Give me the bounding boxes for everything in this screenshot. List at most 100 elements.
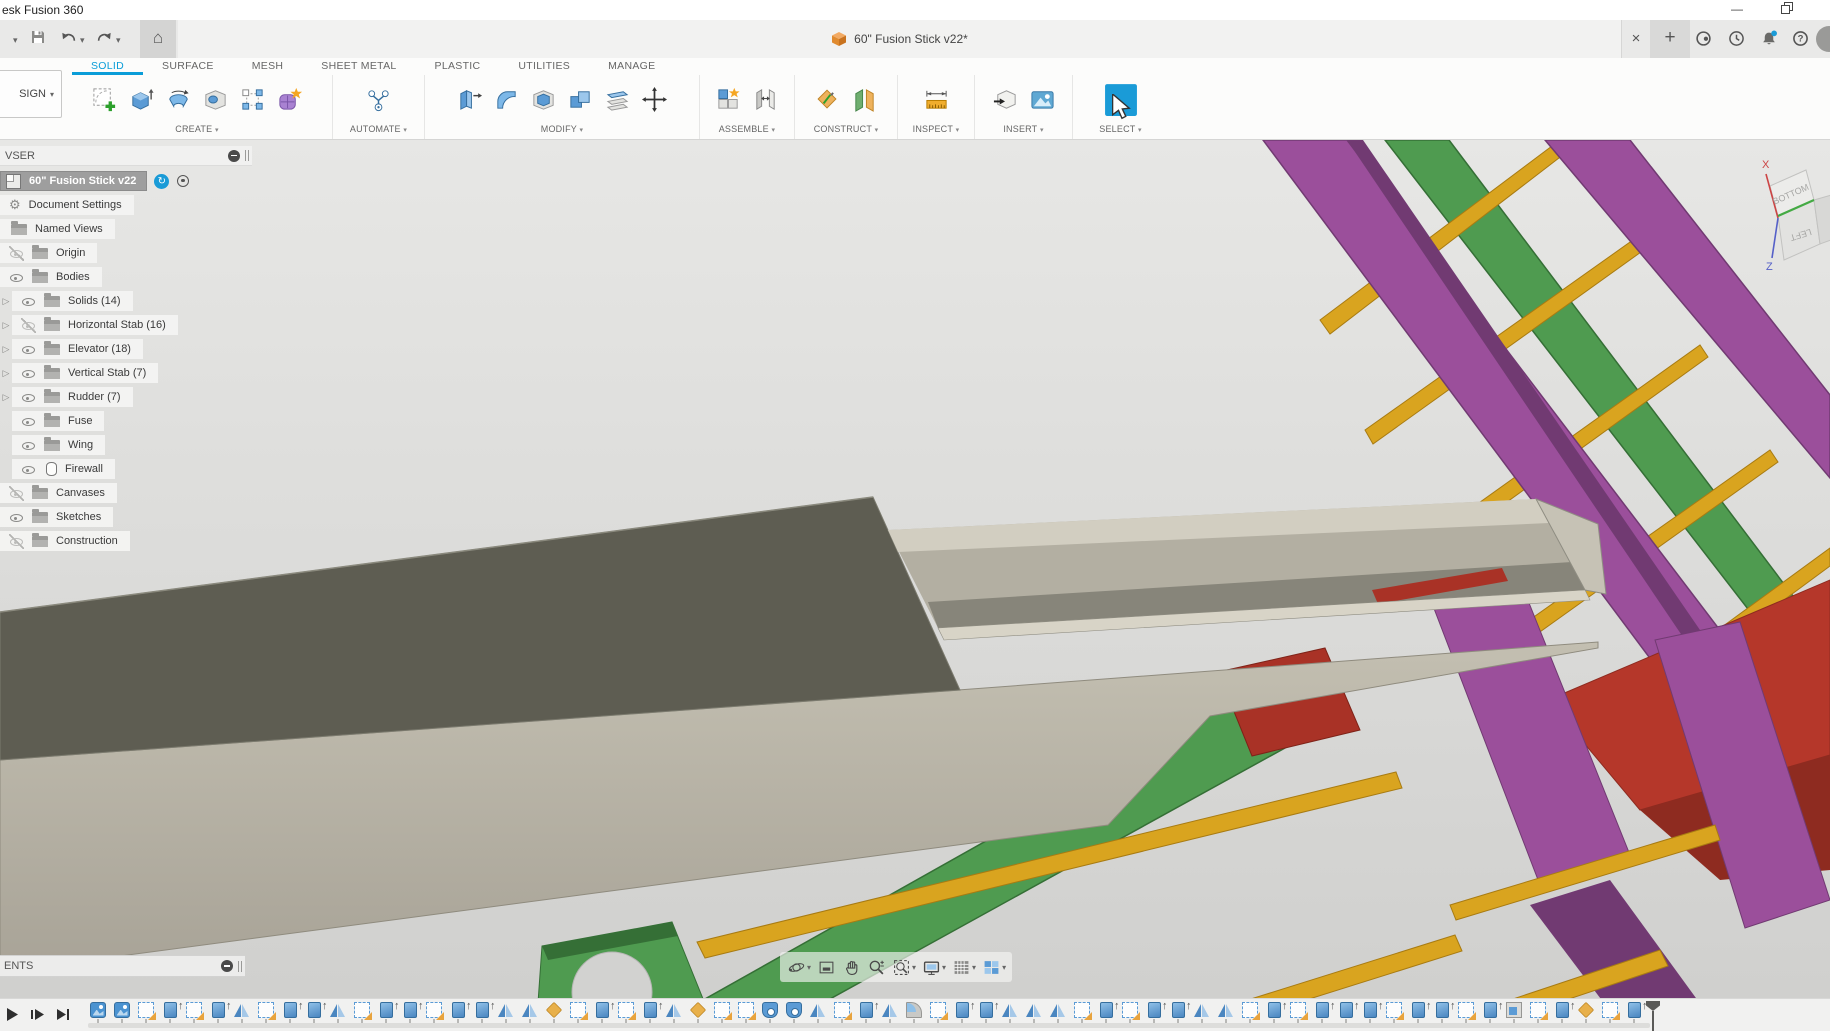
visibility-on-icon[interactable] [21,414,36,429]
browser-item-rudder-7[interactable]: ▷Rudder (7) [0,387,252,407]
timeline-feature-mirror[interactable] [662,1002,686,1023]
timeline-feature-extrude[interactable] [590,1002,614,1023]
sync-status-icon[interactable]: ↻ [154,174,169,189]
measure-button[interactable] [919,80,953,120]
timeline-feature-sketch[interactable] [566,1002,590,1023]
browser-item-elevator-18[interactable]: ▷Elevator (18) [0,339,252,359]
visibility-on-icon[interactable] [21,366,36,381]
timeline-feature-plane[interactable] [542,1002,566,1023]
timeline-feature-sketch[interactable] [734,1002,758,1023]
timeline-feature-extrude[interactable] [1358,1002,1382,1023]
timeline-feature-mirror[interactable] [1046,1002,1070,1023]
timeline-feature-extrude[interactable] [470,1002,494,1023]
tab-sheet-metal[interactable]: SHEET METAL [302,58,415,75]
chevron-down-icon[interactable]: ▾ [912,963,916,972]
timeline-feature-extrude[interactable] [1142,1002,1166,1023]
group-label-modify[interactable]: MODIFY ▾ [425,124,699,139]
panel-grip-icon[interactable] [245,150,249,161]
timeline-feature-mirror[interactable] [878,1002,902,1023]
timeline-feature-sketch[interactable] [1286,1002,1310,1023]
visibility-off-icon[interactable] [21,318,36,333]
visibility-on-icon[interactable] [21,342,36,357]
timeline-feature-sketch[interactable] [422,1002,446,1023]
move-copy-button[interactable] [638,80,672,120]
browser-item-origin[interactable]: Origin [0,243,252,263]
timeline-feature-extrude[interactable] [398,1002,422,1023]
timeline-feature-plane[interactable] [686,1002,710,1023]
timeline-feature-extrude[interactable] [1262,1002,1286,1023]
timeline-feature-extrude[interactable] [1430,1002,1454,1023]
document-tab[interactable]: 60" Fusion Stick v22* [178,20,1622,58]
timeline-feature-sketch[interactable] [134,1002,158,1023]
timeline-feature-sketch[interactable] [182,1002,206,1023]
chevron-down-icon[interactable]: ▾ [942,963,946,972]
browser-item-bodies[interactable]: Bodies [0,267,252,287]
browser-item-wing[interactable]: Wing [0,435,252,455]
timeline-feature-mirror[interactable] [1190,1002,1214,1023]
timeline-feature-sketch[interactable] [926,1002,950,1023]
group-label-construct[interactable]: CONSTRUCT ▾ [795,124,897,139]
browser-item-fuse[interactable]: Fuse [0,411,252,431]
timeline-feature-sketch[interactable] [254,1002,278,1023]
timeline-feature-sketch[interactable] [614,1002,638,1023]
browser-item-named-views[interactable]: Named Views [0,219,252,239]
timeline-feature-extrude[interactable] [854,1002,878,1023]
timeline-feature-loft[interactable] [782,1002,806,1023]
visibility-off-icon[interactable] [9,486,24,501]
visibility-on-icon[interactable] [9,510,24,525]
browser-item-sketches[interactable]: Sketches [0,507,252,527]
timeline-feature-sketch[interactable] [1454,1002,1478,1023]
avatar[interactable] [1816,26,1830,52]
grid-settings-button[interactable] [949,955,973,979]
zoom-button[interactable] [864,955,888,979]
tab-surface[interactable]: SURFACE [143,58,233,75]
restore-button[interactable] [1772,2,1802,18]
timeline-feature-sketch[interactable] [1118,1002,1142,1023]
timeline-feature-sketch[interactable] [1238,1002,1262,1023]
visibility-on-icon[interactable] [21,438,36,453]
browser-item-document-settings[interactable]: ⚙Document Settings [0,195,252,215]
notifications-button[interactable] [1760,30,1778,48]
timeline-feature-mirror[interactable] [518,1002,542,1023]
timeline-feature-fillet[interactable] [902,1002,926,1023]
group-label-create[interactable]: CREATE ▾ [62,124,332,139]
expand-arrow-icon[interactable]: ▷ [0,344,12,355]
browser-item-construction[interactable]: Construction [0,531,252,551]
timeline-feature-extrude[interactable] [158,1002,182,1023]
expand-arrow-icon[interactable]: ▷ [0,296,12,307]
tab-mesh[interactable]: MESH [233,58,303,75]
insert-canvas-button[interactable] [1025,80,1059,120]
timeline-feature-extrude[interactable] [1622,1002,1646,1023]
workspace-selector[interactable]: SIGN▾ [0,70,62,118]
tab-plastic[interactable]: PLASTIC [416,58,500,75]
activate-component-icon[interactable] [177,175,189,187]
timeline-feature-sketch[interactable] [1382,1002,1406,1023]
timeline-feature-plane[interactable] [1574,1002,1598,1023]
timeline-feature-loft[interactable] [758,1002,782,1023]
browser-item-vertical-stab-7[interactable]: ▷Vertical Stab (7) [0,363,252,383]
expand-arrow-icon[interactable]: ▷ [0,320,12,331]
tab-utilities[interactable]: UTILITIES [499,58,589,75]
timeline-feature-extrude[interactable] [1334,1002,1358,1023]
timeline-feature-extrude[interactable] [974,1002,998,1023]
timeline-feature-mirror[interactable] [230,1002,254,1023]
expand-arrow-icon[interactable]: ▷ [0,368,12,379]
visibility-on-icon[interactable] [21,294,36,309]
timeline-feature-extrude[interactable] [206,1002,230,1023]
group-label-inspect[interactable]: INSPECT ▾ [898,124,974,139]
group-label-assemble[interactable]: ASSEMBLE ▾ [700,124,794,139]
undo-button[interactable] [60,29,80,49]
fit-button[interactable] [889,955,913,979]
expand-arrow-icon[interactable]: ▷ [0,392,12,403]
combine-button[interactable] [564,80,598,120]
close-tab-button[interactable]: × [1622,20,1650,58]
timeline-feature-extrude[interactable] [302,1002,326,1023]
view-cube[interactable]: X Z BOTTOM LEFT [1750,150,1830,272]
timeline-feature-extrude[interactable] [374,1002,398,1023]
timeline-feature-sketch[interactable] [710,1002,734,1023]
redo-button[interactable] [96,29,116,49]
look-at-button[interactable] [814,955,838,979]
browser-item-horizontal-stab-16[interactable]: ▷Horizontal Stab (16) [0,315,252,335]
group-label-select[interactable]: SELECT ▾ [1073,124,1168,139]
fillet-button[interactable] [490,80,524,120]
